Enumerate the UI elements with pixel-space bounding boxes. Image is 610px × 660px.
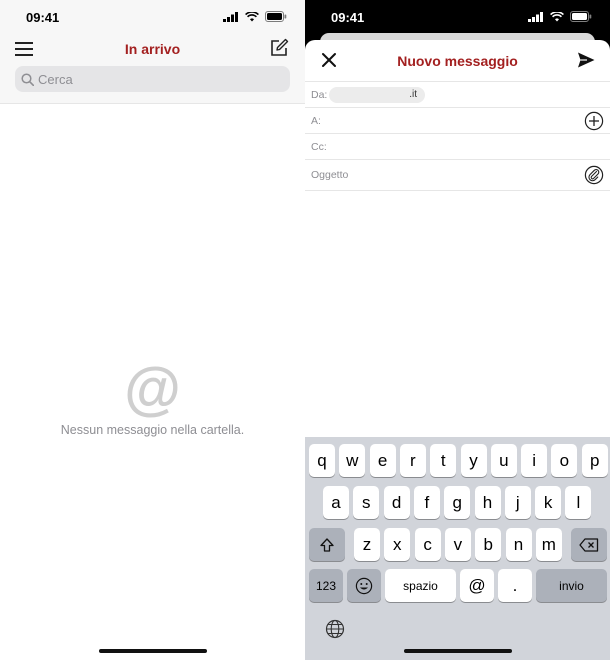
key-g[interactable]: g <box>444 486 471 519</box>
from-field[interactable]: Da: .it <box>305 82 610 108</box>
key-d[interactable]: d <box>383 486 410 519</box>
shift-icon <box>320 537 334 552</box>
key-a[interactable]: a <box>323 486 349 519</box>
key-u[interactable]: u <box>490 444 517 477</box>
emoji-key[interactable] <box>347 569 381 602</box>
backspace-key[interactable] <box>571 528 607 561</box>
wifi-icon <box>550 11 564 21</box>
search-input[interactable]: Cerca <box>15 66 290 92</box>
home-indicator[interactable] <box>403 649 512 653</box>
key-w[interactable]: w <box>339 444 366 477</box>
status-time: 09:41 <box>26 10 60 25</box>
numbers-key[interactable]: 123 <box>309 569 343 602</box>
key-j[interactable]: j <box>504 486 531 519</box>
home-indicator[interactable] <box>98 649 207 653</box>
inbox-header: In arrivo Cerca <box>0 34 305 104</box>
return-key[interactable]: invio <box>536 569 607 602</box>
key-t[interactable]: t <box>430 444 457 477</box>
empty-state-message: Nessun messaggio nella cartella. <box>60 423 245 437</box>
battery-icon <box>570 11 592 22</box>
status-time: 09:41 <box>331 10 365 25</box>
cc-field[interactable]: Cc: <box>305 134 610 160</box>
key-l[interactable]: l <box>565 486 592 519</box>
cellular-signal-icon <box>528 11 543 22</box>
key-k[interactable]: k <box>535 486 562 519</box>
add-recipient-icon[interactable] <box>584 111 604 131</box>
to-label: A: <box>311 115 321 127</box>
from-label: Da: <box>311 89 328 101</box>
search-placeholder: Cerca <box>38 71 73 87</box>
cc-label: Cc: <box>311 141 327 153</box>
key-q[interactable]: q <box>309 444 335 477</box>
compose-screen: 09:41 Nuovo messaggio Da: .it A: Cc: Ogg… <box>305 0 610 660</box>
keyboard: qwertyuiop asdfghjkl zxcvbnm 123 spazio … <box>305 437 610 660</box>
key-m[interactable]: m <box>535 528 562 561</box>
sender-address-chip[interactable]: .it <box>329 87 425 103</box>
key-z[interactable]: z <box>354 528 380 561</box>
compose-title: Nuovo messaggio <box>397 53 518 69</box>
key-h[interactable]: h <box>474 486 501 519</box>
send-icon[interactable] <box>576 50 596 70</box>
key-f[interactable]: f <box>413 486 440 519</box>
wifi-icon <box>245 11 259 21</box>
page-title: In arrivo <box>124 41 181 57</box>
key-p[interactable]: p <box>581 444 608 477</box>
status-icons <box>223 11 287 22</box>
key-e[interactable]: e <box>369 444 396 477</box>
subject-placeholder: Oggetto <box>311 169 349 181</box>
key-o[interactable]: o <box>551 444 578 477</box>
sender-domain: .it <box>409 89 417 100</box>
cellular-signal-icon <box>223 11 238 22</box>
key-c[interactable]: c <box>414 528 441 561</box>
compose-icon[interactable] <box>269 38 289 58</box>
space-key[interactable]: spazio <box>385 569 456 602</box>
status-bar: 09:41 <box>305 0 610 34</box>
compose-header: Nuovo messaggio <box>305 40 610 82</box>
globe-icon[interactable] <box>325 619 345 639</box>
to-field[interactable]: A: <box>305 108 610 134</box>
subject-field[interactable]: Oggetto <box>305 160 610 191</box>
status-bar: 09:41 <box>0 0 305 34</box>
key-y[interactable]: y <box>460 444 487 477</box>
at-sign-icon: @ <box>124 356 181 421</box>
key-x[interactable]: x <box>384 528 411 561</box>
key-b[interactable]: b <box>475 528 502 561</box>
backspace-icon <box>579 537 599 552</box>
shift-key[interactable] <box>309 528 345 561</box>
key-n[interactable]: n <box>505 528 532 561</box>
emoji-icon <box>355 577 373 594</box>
dot-key[interactable]: . <box>498 569 532 602</box>
battery-icon <box>265 11 287 22</box>
attachment-icon[interactable] <box>584 165 604 185</box>
inbox-screen: 09:41 In arrivo Cerca @ Nessun messaggio… <box>0 0 305 660</box>
status-icons <box>528 11 592 22</box>
key-v[interactable]: v <box>444 528 471 561</box>
key-r[interactable]: r <box>399 444 426 477</box>
search-icon <box>21 72 34 86</box>
key-s[interactable]: s <box>353 486 380 519</box>
at-key[interactable]: @ <box>460 569 494 602</box>
key-i[interactable]: i <box>521 444 548 477</box>
